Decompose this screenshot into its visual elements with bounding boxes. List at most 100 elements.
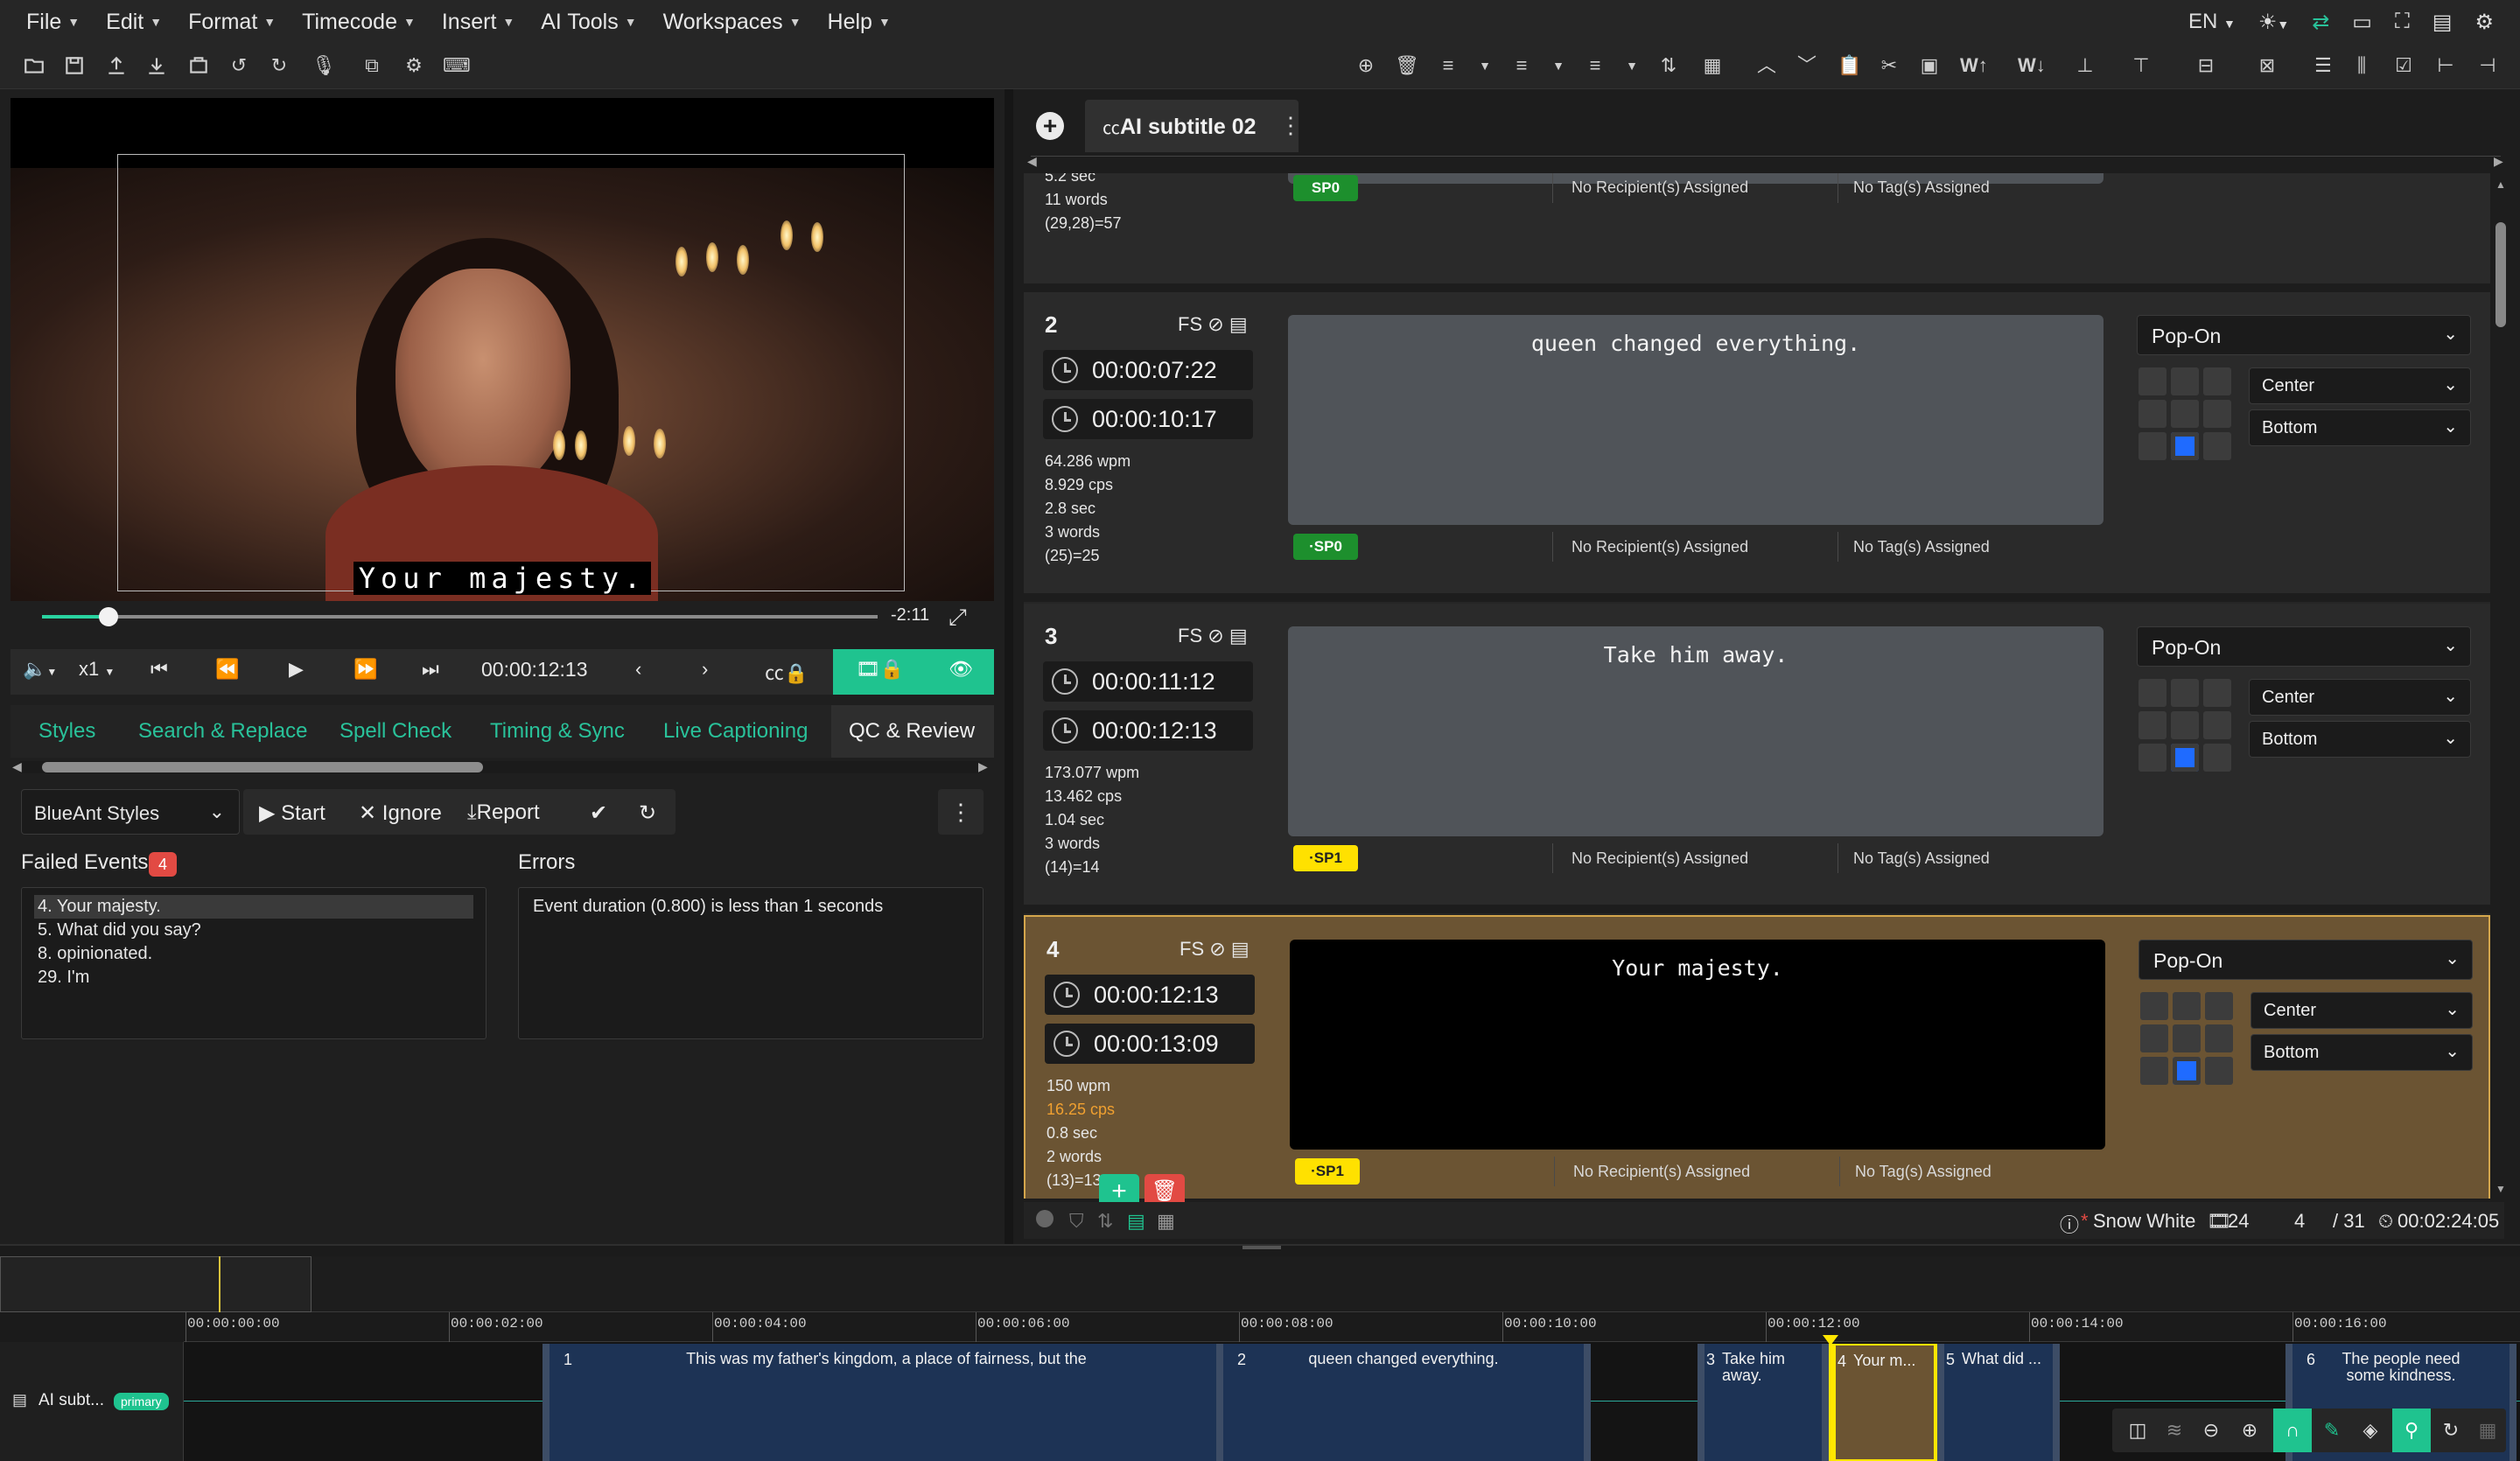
tabs-scroll-thumb[interactable] bbox=[42, 762, 483, 772]
menu-file[interactable]: File ▼ bbox=[26, 10, 80, 35]
gear-icon[interactable]: ⚙ bbox=[402, 54, 425, 77]
tags-label[interactable]: No Tag(s) Assigned bbox=[1853, 849, 1990, 868]
zoom-in-icon[interactable]: ⊕ bbox=[2236, 1417, 2263, 1444]
more-options-icon[interactable]: ⋮ bbox=[938, 789, 984, 835]
speaker-badge[interactable]: ·SP1 bbox=[1295, 1158, 1360, 1185]
playhead[interactable] bbox=[1830, 1335, 1831, 1461]
vertical-position-select[interactable]: Bottom ⌄ bbox=[2250, 1034, 2473, 1071]
vertical-position-select[interactable]: Bottom ⌄ bbox=[2249, 721, 2471, 758]
recipients-label[interactable]: No Recipient(s) Assigned bbox=[1572, 178, 1748, 197]
speaker-badge[interactable]: ·SP1 bbox=[1293, 845, 1358, 871]
video-player[interactable]: Your majesty. bbox=[10, 98, 994, 601]
document-tab[interactable]: ㏄AI subtitle 02 bbox=[1085, 100, 1298, 152]
display-mode-select[interactable]: Pop-On ⌄ bbox=[2138, 940, 2473, 980]
expand-icon[interactable]: ⤢ bbox=[948, 604, 967, 632]
subtitle-text[interactable]: queen changed everything. bbox=[1288, 315, 2104, 525]
check-circle-icon[interactable]: ⊘ bbox=[1209, 938, 1225, 960]
panel-splitter[interactable] bbox=[1004, 89, 1013, 1244]
subtitle-text[interactable]: Your majesty. bbox=[1290, 940, 2105, 1150]
open-folder-icon[interactable] bbox=[23, 54, 46, 77]
prev-event-icon[interactable]: ‹ bbox=[635, 658, 641, 681]
menu-help[interactable]: Help ▼ bbox=[828, 10, 891, 35]
failed-event-item[interactable]: 4. Your majesty. bbox=[34, 895, 473, 919]
rewind-icon[interactable]: ⏪ bbox=[215, 658, 239, 681]
go-end-icon[interactable]: ⏭ bbox=[422, 658, 439, 681]
magnet-icon[interactable]: ∩ bbox=[2273, 1409, 2312, 1452]
speaker-badge[interactable]: ·SP0 bbox=[1293, 534, 1358, 560]
timeline-clip[interactable]: 5 What did ... bbox=[1937, 1344, 2060, 1461]
scissors-icon[interactable]: ✂ bbox=[1878, 54, 1900, 77]
word-down-icon[interactable]: W↓ bbox=[2018, 54, 2046, 77]
report-button[interactable]: ⤓Report bbox=[467, 800, 540, 825]
download-icon[interactable] bbox=[145, 54, 168, 77]
comment-icon[interactable]: ▤ bbox=[1231, 938, 1250, 960]
tab-qc-review[interactable]: QC & Review bbox=[849, 719, 975, 744]
event-row[interactable]: 2 FS ⊘ ▤ 00:00:07:22 00:00:10:17 64.286 … bbox=[1024, 292, 2490, 602]
scroll-down-icon[interactable]: ▼ bbox=[2496, 1183, 2506, 1195]
sort-icon[interactable]: ⇅ bbox=[1657, 54, 1680, 77]
save-icon[interactable] bbox=[63, 54, 86, 77]
tab-live-captioning[interactable]: Live Captioning bbox=[663, 719, 808, 744]
event-row[interactable]: 3 FS ⊘ ▤ 00:00:11:12 00:00:12:13 173.077… bbox=[1024, 604, 2490, 913]
end-timecode[interactable]: 00:00:13:09 bbox=[1045, 1024, 1255, 1064]
play-icon[interactable]: ▶ bbox=[289, 658, 304, 681]
chevron-down-icon[interactable]: ▼ bbox=[1474, 54, 1496, 77]
refresh-icon[interactable]: ↻ bbox=[2438, 1417, 2464, 1444]
next-event-icon[interactable]: › bbox=[702, 658, 708, 681]
outdent-icon[interactable]: ⊣ bbox=[2476, 54, 2499, 77]
timeline-clip[interactable]: 3 Take him away. bbox=[1698, 1344, 1829, 1461]
chevron-down-icon[interactable]: ▼ bbox=[1620, 54, 1643, 77]
edit-pencil-icon[interactable]: ✎ bbox=[2319, 1417, 2345, 1444]
go-start-icon[interactable]: ⏮ bbox=[150, 658, 168, 681]
cc-lock-icon[interactable]: ㏄🔒 bbox=[765, 658, 808, 686]
timeline-resize-handle[interactable] bbox=[1242, 1246, 1281, 1249]
position-grid[interactable] bbox=[2140, 992, 2233, 1085]
event-flags[interactable]: FS ⊘ ▤ bbox=[1180, 938, 1250, 961]
subtitle-text[interactable]: Take him away. bbox=[1288, 626, 2104, 836]
event-list-scroll-thumb[interactable] bbox=[2496, 222, 2506, 327]
timeline-viewport-window[interactable] bbox=[0, 1256, 312, 1312]
notes-icon[interactable]: ▤ bbox=[2432, 10, 2453, 35]
columns-icon[interactable]: ⫼ bbox=[2350, 54, 2373, 77]
check-box-icon[interactable]: ☑ bbox=[2392, 54, 2415, 77]
tab-timing-sync[interactable]: Timing & Sync bbox=[490, 719, 625, 744]
clipboard-icon[interactable]: 📋 bbox=[1838, 54, 1861, 77]
zoom-out-icon[interactable]: ⊖ bbox=[2198, 1417, 2224, 1444]
failed-events-list[interactable]: 4. Your majesty. 5. What did you say? 8.… bbox=[21, 887, 486, 1039]
double-check-icon[interactable]: ✔ bbox=[590, 800, 607, 826]
tags-label[interactable]: No Tag(s) Assigned bbox=[1855, 1163, 1992, 1181]
filter-icon[interactable]: ⛉ bbox=[1069, 1210, 1084, 1233]
scroll-right-icon[interactable]: ▶ bbox=[978, 759, 988, 774]
panel-icon[interactable]: ▭ bbox=[2352, 10, 2372, 35]
check-circle-icon[interactable]: ⊘ bbox=[1208, 625, 1223, 647]
split-icon[interactable]: ⊟ bbox=[2194, 54, 2217, 77]
display-mode-select[interactable]: Pop-On ⌄ bbox=[2137, 626, 2471, 667]
refresh-icon[interactable]: ↻ bbox=[639, 800, 656, 826]
translate-icon[interactable]: ⧉ bbox=[360, 54, 383, 77]
merge-icon[interactable]: ⊠ bbox=[2256, 54, 2278, 77]
event-row[interactable]: 5.2 sec 11 words (29,28)=57 SP0 No Recip… bbox=[1024, 173, 2490, 292]
table-icon[interactable]: ▦ bbox=[1701, 54, 1724, 77]
fast-forward-icon[interactable]: ⏩ bbox=[354, 658, 377, 681]
event-row[interactable]: 4 FS ⊘ ▤ 00:00:12:13 00:00:13:09 150 wpm… bbox=[1024, 915, 2490, 1199]
tags-label[interactable]: No Tag(s) Assigned bbox=[1853, 538, 1990, 556]
menu-timecode[interactable]: Timecode ▼ bbox=[302, 10, 416, 35]
sort-icon[interactable]: ⇅ bbox=[1097, 1210, 1113, 1233]
document-menu-icon[interactable]: ⋮ bbox=[1279, 112, 1302, 139]
playhead-handle[interactable] bbox=[1823, 1335, 1838, 1346]
chevron-down-icon[interactable]: ▼ bbox=[1547, 54, 1570, 77]
eye-icon[interactable]: 👁 bbox=[948, 658, 973, 681]
microphone-icon[interactable]: 🎙 bbox=[312, 54, 336, 77]
position-grid[interactable] bbox=[2138, 367, 2231, 460]
event-flags[interactable]: FS ⊘ ▤ bbox=[1178, 313, 1248, 336]
scroll-left-icon[interactable]: ◀ bbox=[1027, 154, 1037, 169]
chevron-up-icon[interactable]: ︿ bbox=[1755, 54, 1778, 77]
speed-select[interactable]: x1 ▼ bbox=[79, 658, 115, 681]
add-circle-icon[interactable]: ⊕ bbox=[1354, 54, 1377, 77]
lines-icon[interactable]: ☰ bbox=[2312, 54, 2334, 77]
recipients-label[interactable]: No Recipient(s) Assigned bbox=[1572, 538, 1748, 556]
vertical-position-select[interactable]: Bottom ⌄ bbox=[2249, 409, 2471, 446]
timeline-clip[interactable]: 4 Your m... bbox=[1829, 1344, 1941, 1461]
location-pin-icon[interactable]: ⚲ bbox=[2392, 1409, 2431, 1452]
end-timecode[interactable]: 00:00:10:17 bbox=[1043, 399, 1253, 439]
